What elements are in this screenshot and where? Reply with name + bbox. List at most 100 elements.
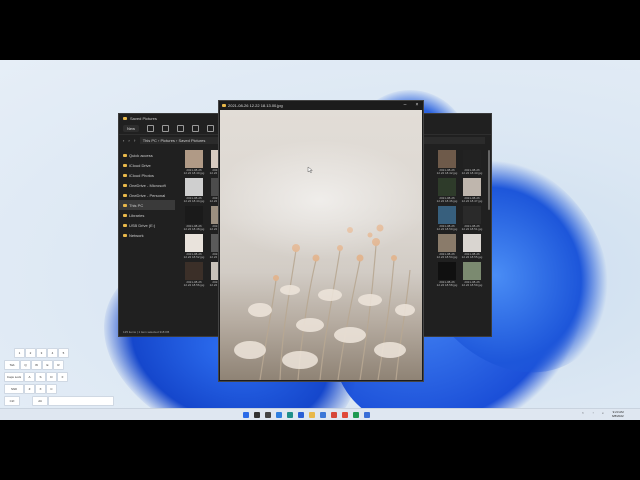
desktop[interactable]: Saved Pictures New ‹ › ↑ This PC › Pictu… [0, 60, 640, 420]
thumbnail-label: 2021-08-26 12.22 18.44.jpg [183, 196, 205, 203]
key-shift[interactable]: Shift [4, 384, 24, 394]
copy-icon[interactable] [162, 124, 170, 132]
thumbnail-label: 2021-08-26 12.22 18.48.jpg [183, 224, 205, 231]
photo-viewer-window[interactable]: 2021-08-26 12.22 18.13.00.jpg – × [218, 100, 424, 382]
app-icon[interactable] [364, 412, 370, 418]
thumbnail-tile[interactable]: 2021-08-26 12.22 18.59.jpg [461, 262, 483, 287]
key-space[interactable] [48, 396, 114, 406]
explorer-icon[interactable] [309, 412, 315, 418]
thumbnail-label: 2021-08-26 12.22 18.59.jpg [461, 280, 483, 287]
key-1[interactable]: 1 [14, 348, 25, 358]
thumbnail-tile[interactable]: 2021-08-26 12.22 18.48.jpg [183, 206, 205, 231]
photos-icon [123, 173, 127, 177]
thumbnail-tile[interactable]: 2021-08-26 12.22 18.55.jpg [461, 234, 483, 259]
thumbnail-tile[interactable]: 2021-08-26 12.22 18.43.jpg [461, 150, 483, 175]
sidebar-item-this-pc[interactable]: This PC [119, 200, 175, 210]
scrollbar[interactable] [488, 150, 490, 210]
new-button[interactable]: New [123, 124, 140, 132]
key-4[interactable]: 4 [47, 348, 58, 358]
sidebar-item[interactable]: iCloud Drive [119, 160, 175, 170]
close-button[interactable]: × [413, 101, 421, 109]
letterbox-bottom [0, 420, 640, 480]
photo-canvas[interactable] [220, 110, 422, 380]
thumbnail-image [438, 262, 456, 280]
share-icon[interactable] [207, 124, 215, 132]
cloud-icon [123, 163, 127, 167]
key-3[interactable]: 3 [36, 348, 47, 358]
thumbnail-tile[interactable]: 2021-08-26 12.22 18.42.jpg [436, 150, 458, 175]
usb-icon [123, 223, 127, 227]
key-2[interactable]: 2 [25, 348, 36, 358]
key-s[interactable]: S [35, 372, 46, 382]
thumbnail-tile[interactable]: 2021-08-26 12.22 18.51.jpg [461, 206, 483, 231]
letterbox-top [0, 0, 640, 60]
minimize-button[interactable]: – [401, 101, 409, 109]
spotify-icon[interactable] [353, 412, 359, 418]
key-tab[interactable]: Tab [4, 360, 20, 370]
search-icon[interactable] [254, 412, 260, 418]
key-alt[interactable]: Alt [32, 396, 48, 406]
key-f[interactable]: F [57, 372, 68, 382]
widgets-icon[interactable] [276, 412, 282, 418]
key-5[interactable]: 5 [58, 348, 69, 358]
thumbnail-tile[interactable]: 2021-08-26 12.22 18.56.jpg [183, 262, 205, 287]
back-icon[interactable]: ‹ [123, 138, 124, 143]
thumbnail-label: 2021-08-26 12.22 18.54.jpg [436, 252, 458, 259]
volume-icon[interactable]: ◖ [602, 411, 604, 415]
up-icon[interactable]: ↑ [134, 138, 136, 143]
viewer-titlebar[interactable]: 2021-08-26 12.22 18.13.00.jpg [219, 101, 423, 109]
network-icon[interactable]: ◔ [592, 411, 594, 415]
breadcrumb-item[interactable]: This PC [143, 138, 157, 143]
sidebar-item[interactable]: Libraries [119, 210, 175, 220]
key-a[interactable]: A [24, 372, 35, 382]
chevron-up-icon[interactable]: ˄ [582, 411, 584, 415]
paste-icon[interactable] [177, 124, 185, 132]
key-r[interactable]: R [53, 360, 64, 370]
thumbnail-image [438, 150, 456, 168]
photos-icon[interactable] [331, 412, 337, 418]
clock-date: 6/8/2022 [612, 414, 624, 418]
on-screen-keyboard: 1 2 3 4 5 Tab Q W E R Caps Lock A S D F … [0, 348, 115, 408]
thumbnail-tile[interactable]: 2021-08-26 12.22 18.52.jpg [183, 234, 205, 259]
clock[interactable]: 9:23 AM 6/8/2022 [612, 410, 624, 418]
sidebar-item[interactable]: Quick access [119, 150, 175, 160]
thumbnail-tile[interactable]: 2021-08-26 12.22 18.58.jpg [436, 262, 458, 287]
library-icon [123, 213, 127, 217]
rename-icon[interactable] [192, 124, 200, 132]
key-e[interactable]: E [42, 360, 53, 370]
key-d[interactable]: D [46, 372, 57, 382]
thumbnail-label: 2021-08-26 12.22 18.52.jpg [183, 252, 205, 259]
key-w[interactable]: W [31, 360, 42, 370]
store-icon[interactable] [298, 412, 304, 418]
thumbnail-tile[interactable]: 2021-08-26 12.22 18.44.jpg [183, 178, 205, 203]
thumbnail-tile[interactable]: 2021-08-26 12.22 18.47.jpg [461, 178, 483, 203]
forward-icon[interactable]: › [128, 138, 129, 143]
breadcrumb-item[interactable]: Pictures [160, 138, 174, 143]
key-z[interactable]: Z [24, 384, 35, 394]
sidebar-item[interactable]: OneDrive - Microsoft [119, 180, 175, 190]
thumbnail-tile[interactable]: 2021-08-26 12.22 18.54.jpg [436, 234, 458, 259]
start-icon[interactable] [243, 412, 249, 418]
thumbnail-tile[interactable]: 2021-08-26 12.22 18.40.jpg [183, 150, 205, 175]
task-view-icon[interactable] [265, 412, 271, 418]
thumbnail-label: 2021-08-26 12.22 18.56.jpg [183, 280, 205, 287]
thumbnail-label: 2021-08-26 12.22 18.58.jpg [436, 280, 458, 287]
breadcrumb-item[interactable]: Saved Pictures [179, 138, 206, 143]
thumbnail-tile[interactable]: 2021-08-26 12.22 18.50.jpg [436, 206, 458, 231]
cut-icon[interactable] [147, 124, 155, 132]
key-x[interactable]: X [35, 384, 46, 394]
sidebar-item[interactable]: USB Drive (E:) [119, 220, 175, 230]
key-c[interactable]: C [46, 384, 57, 394]
thumbnail-image [463, 178, 481, 196]
sidebar-item[interactable]: OneDrive - Personal [119, 190, 175, 200]
thumbnail-image [185, 206, 203, 224]
sidebar-item[interactable]: Network [119, 230, 175, 240]
key-ctrl[interactable]: Ctrl [4, 396, 20, 406]
key-q[interactable]: Q [20, 360, 31, 370]
sidebar-item[interactable]: iCloud Photos [119, 170, 175, 180]
key-caps-lock[interactable]: Caps Lock [4, 372, 24, 382]
mail-icon[interactable] [320, 412, 326, 418]
thumbnail-tile[interactable]: 2021-08-26 12.22 18.46.jpg [436, 178, 458, 203]
chrome-icon[interactable] [342, 412, 348, 418]
edge-icon[interactable] [287, 412, 293, 418]
